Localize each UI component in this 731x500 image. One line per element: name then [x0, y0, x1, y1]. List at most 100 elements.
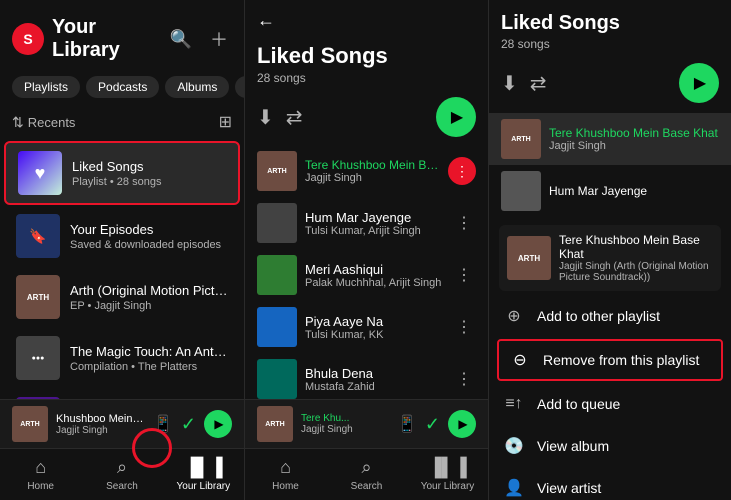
list-item-arth[interactable]: ARTH Arth (Original Motion Picture Sou..… [4, 267, 240, 327]
context-song-info-1: Tere Khushboo Mein Base Khat Jagjit Sing… [549, 126, 719, 152]
panel2-play-button[interactable]: ▶ [448, 410, 476, 438]
nav-library-label: Your Library [177, 481, 231, 492]
context-sub: 28 songs [501, 37, 719, 51]
add-icon[interactable]: ＋ [206, 22, 232, 56]
song-item-2[interactable]: Hum Mar Jayenge Tulsi Kumar, Arijit Sing… [245, 197, 488, 249]
more-button-2[interactable]: ⋮ [452, 209, 476, 237]
song-artist-1: Jagjit Singh [305, 172, 440, 184]
context-play-button[interactable]: ▶ [679, 63, 719, 103]
context-song-thumb-2 [501, 171, 541, 211]
magic-title: The Magic Touch: An Anthology [70, 344, 228, 359]
grid-view-icon[interactable]: ⊞ [219, 112, 232, 132]
context-shuffle-icon[interactable]: ⇄ [530, 71, 547, 96]
remove-from-playlist-icon: ⊖ [509, 349, 531, 371]
player-title: Khushboo Mein Base [56, 413, 145, 425]
filter-podcasts[interactable]: Podcasts [86, 76, 159, 98]
song-thumb-3 [257, 255, 297, 295]
add-to-playlist-icon: ⊕ [503, 305, 525, 327]
menu-view-album-label: View album [537, 438, 609, 454]
liked-songs-thumb: ♥ [18, 151, 62, 195]
context-song-artist-1: Jagjit Singh [549, 140, 719, 152]
song-artist-3: Palak Muchhhal, Arijit Singh [305, 277, 444, 289]
player-liked-icon[interactable]: ✓ [181, 414, 196, 435]
song-info-4: Piya Aaye Na Tulsi Kumar, KK [305, 314, 444, 341]
context-song-preview: ARTH Tere Khushboo Mein Base Khat Jagjit… [489, 109, 731, 221]
panel2-nav-search[interactable]: ⌕ Search [326, 449, 407, 500]
sort-row: ⇅ Recents ⊞ [0, 104, 244, 140]
player-connect-icon[interactable]: 📱 [153, 414, 173, 434]
panel2-nav-library[interactable]: ▐▌▐ Your Library [407, 449, 488, 500]
context-current-song[interactable]: ARTH Tere Khushboo Mein Base Khat Jagjit… [489, 113, 731, 165]
library-header: S Your Library 🔍 ＋ [0, 0, 244, 70]
song-name-5: Bhula Dena [305, 366, 444, 381]
song-list: ARTH Tere Khushboo Mein Base Khat Jagjit… [245, 145, 488, 399]
panel2-player-actions: 📱 ✓ ▶ [397, 410, 476, 438]
panel2-nav-search-label: Search [351, 481, 383, 492]
selected-song-artist: Jagjit Singh (Arth (Original Motion Pict… [559, 261, 713, 283]
list-item-your-episodes[interactable]: 🔖 Your Episodes Saved & downloaded episo… [4, 206, 240, 266]
context-song-name-1: Tere Khushboo Mein Base Khat [549, 126, 719, 140]
menu-remove-label: Remove from this playlist [543, 352, 699, 368]
back-button[interactable]: ← [257, 10, 275, 31]
magic-thumb: ●●● [16, 336, 60, 380]
nav-library[interactable]: ▐▌▐ Your Library [163, 449, 244, 500]
add-to-queue-icon: ≡↑ [503, 393, 525, 415]
filter-chips: Playlists Podcasts Albums Artists [0, 70, 244, 104]
song-item-4[interactable]: Piya Aaye Na Tulsi Kumar, KK ⋮ [245, 301, 488, 353]
view-artist-icon: 👤 [503, 477, 525, 499]
playlist-play-button[interactable]: ▶ [436, 97, 476, 137]
song-name-4: Piya Aaye Na [305, 314, 444, 329]
context-download-icon[interactable]: ⬇ [501, 71, 518, 96]
more-button-1[interactable]: ⋮ [448, 157, 476, 185]
panel2-connect-icon[interactable]: 📱 [397, 414, 417, 434]
song-item-1[interactable]: ARTH Tere Khushboo Mein Base Khat Jagjit… [245, 145, 488, 197]
player-info: Khushboo Mein Base Jagjit Singh [56, 413, 145, 436]
panel2-home-icon: ⌂ [280, 457, 291, 478]
filter-playlists[interactable]: Playlists [12, 76, 80, 98]
nav-search[interactable]: ⌕ Search [81, 449, 162, 500]
menu-add-to-playlist[interactable]: ⊕ Add to other playlist [489, 295, 731, 337]
song-item-5[interactable]: Bhula Dena Mustafa Zahid ⋮ [245, 353, 488, 399]
playlist-controls: ⬇ ⇄ ▶ [245, 89, 488, 145]
menu-add-to-queue[interactable]: ≡↑ Add to queue [489, 383, 731, 425]
song-thumb-1: ARTH [257, 151, 297, 191]
song-thumb-2 [257, 203, 297, 243]
magic-info: The Magic Touch: An Anthology Compilatio… [70, 344, 228, 373]
liked-songs-title: Liked Songs [72, 159, 226, 174]
context-title: Liked Songs [501, 12, 719, 35]
menu-remove-from-playlist[interactable]: ⊖ Remove from this playlist [497, 339, 723, 381]
context-second-song[interactable]: Hum Mar Jayenge [489, 165, 731, 217]
list-item-magic-touch[interactable]: ●●● The Magic Touch: An Anthology Compil… [4, 328, 240, 388]
list-item-only-you[interactable]: Only You (And You Alone) Playlist • Scre… [4, 389, 240, 399]
song-thumb-4 [257, 307, 297, 347]
sort-label[interactable]: ⇅ Recents [12, 114, 75, 131]
list-item-liked-songs[interactable]: ♥ Liked Songs Playlist • 28 songs [4, 141, 240, 205]
context-menu-items: ⊕ Add to other playlist ⊖ Remove from th… [489, 295, 731, 500]
song-item-3[interactable]: Meri Aashiqui Palak Muchhhal, Arijit Sin… [245, 249, 488, 301]
nav-search-label: Search [106, 481, 138, 492]
episodes-title: Your Episodes [70, 222, 228, 237]
search-icon[interactable]: 🔍 [166, 22, 196, 56]
menu-view-artist[interactable]: 👤 View artist [489, 467, 731, 500]
liked-songs-info: Liked Songs Playlist • 28 songs [72, 159, 226, 188]
more-button-3[interactable]: ⋮ [452, 261, 476, 289]
arth-sub: EP • Jagjit Singh [70, 300, 228, 312]
filter-albums[interactable]: Albums [165, 76, 229, 98]
download-icon[interactable]: ⬇ [257, 105, 274, 130]
header-actions: 🔍 ＋ [166, 22, 232, 56]
menu-view-album[interactable]: 💿 View album [489, 425, 731, 467]
nav-home-label: Home [27, 481, 54, 492]
shuffle-icon[interactable]: ⇄ [286, 105, 303, 130]
panel2-nav-home-label: Home [272, 481, 299, 492]
more-button-4[interactable]: ⋮ [452, 313, 476, 341]
panel2-nav-home[interactable]: ⌂ Home [245, 449, 326, 500]
more-button-5[interactable]: ⋮ [452, 365, 476, 393]
panel2-player-bar: ARTH Tere Khu... Jagjit Singh 📱 ✓ ▶ [245, 399, 488, 448]
player-play-button[interactable]: ▶ [204, 410, 232, 438]
avatar[interactable]: S [12, 23, 44, 55]
nav-home[interactable]: ⌂ Home [0, 449, 81, 500]
selected-song-info: Tere Khushboo Mein Base Khat Jagjit Sing… [559, 233, 713, 283]
selected-song-thumb: ARTH [507, 236, 551, 280]
panel2-liked-icon[interactable]: ✓ [425, 414, 440, 435]
panel2-bottom-nav: ⌂ Home ⌕ Search ▐▌▐ Your Library [245, 448, 488, 500]
